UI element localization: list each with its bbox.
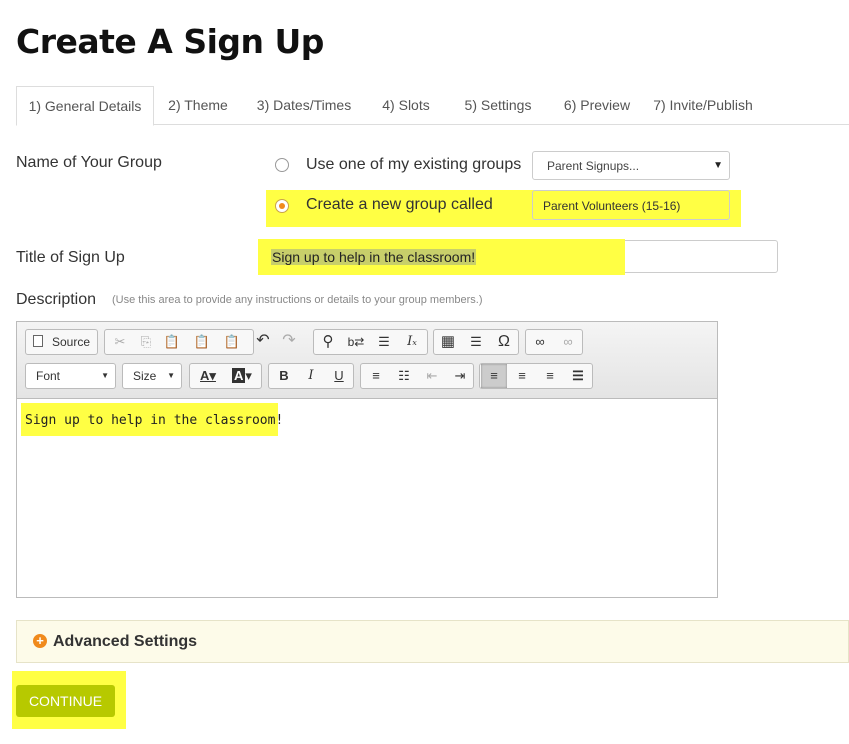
title-input-value: Sign up to help in the classroom! bbox=[271, 249, 477, 265]
numbered-list-icon[interactable]: ≡ bbox=[363, 364, 389, 388]
font-combo[interactable]: Font ▼ bbox=[25, 363, 116, 389]
bulleted-list-icon[interactable]: ☷ bbox=[391, 364, 417, 388]
link-group: ∞ ∞ bbox=[525, 329, 583, 355]
source-button[interactable]: Source bbox=[25, 329, 98, 355]
radio-existing-group[interactable] bbox=[275, 158, 289, 172]
new-group-name-input[interactable]: Parent Volunteers (15-16) bbox=[532, 190, 730, 220]
wizard-tabs: 1) General Details 2) Theme 3) Dates/Tim… bbox=[16, 86, 849, 126]
chevron-down-icon: ▼ bbox=[713, 160, 723, 171]
table-icon[interactable]: ▦ bbox=[435, 330, 461, 354]
tab-theme[interactable]: 2) Theme bbox=[162, 86, 234, 124]
tab-invite-publish[interactable]: 7) Invite/Publish bbox=[650, 86, 756, 124]
new-group-name-value: Parent Volunteers (15-16) bbox=[543, 199, 681, 213]
existing-group-label: Use one of my existing groups bbox=[306, 156, 522, 173]
text-color-icon[interactable]: A▾ bbox=[192, 364, 224, 388]
bg-color-icon[interactable]: A ▾ bbox=[226, 364, 258, 388]
editor-toolbar: Source ✂ ⎘ 📋 📋 📋 ↶ ↷ ⚲ b⇄ ☰ Iₓ ▦ ☰ Ω ∞ ∞ bbox=[17, 322, 717, 399]
select-all-icon[interactable]: ☰ bbox=[371, 330, 397, 354]
tab-dates-times[interactable]: 3) Dates/Times bbox=[252, 86, 356, 124]
size-combo-label: Size bbox=[133, 369, 157, 383]
tab-slots[interactable]: 4) Slots bbox=[376, 86, 436, 124]
special-char-icon[interactable]: Ω bbox=[491, 330, 517, 354]
italic-icon[interactable]: I bbox=[298, 364, 324, 388]
font-combo-label: Font bbox=[36, 369, 61, 383]
group-name-label: Name of Your Group bbox=[16, 154, 162, 171]
plus-circle-icon: + bbox=[33, 634, 47, 648]
description-label: Description bbox=[16, 291, 97, 308]
rich-text-editor: Source ✂ ⎘ 📋 📋 📋 ↶ ↷ ⚲ b⇄ ☰ Iₓ ▦ ☰ Ω ∞ ∞ bbox=[16, 321, 718, 598]
find-icon[interactable]: ⚲ bbox=[315, 330, 341, 354]
unlink-icon[interactable]: ∞ bbox=[555, 330, 581, 354]
list-group: ≡ ☷ ⇤ ⇥ bbox=[360, 363, 474, 389]
undo-group: ↶ ↷ bbox=[248, 329, 308, 355]
align-left-icon[interactable]: ≡ bbox=[481, 364, 507, 388]
align-right-icon[interactable]: ≡ bbox=[537, 364, 563, 388]
editing-group: ⚲ b⇄ ☰ Iₓ bbox=[313, 329, 428, 355]
outdent-icon[interactable]: ⇤ bbox=[419, 364, 445, 388]
existing-group-select-value: Parent Signups... bbox=[547, 159, 640, 173]
justify-icon[interactable]: ☰ bbox=[565, 364, 591, 388]
clipboard-group: ✂ ⎘ 📋 📋 📋 bbox=[104, 329, 254, 355]
align-center-icon[interactable]: ≡ bbox=[509, 364, 535, 388]
source-icon bbox=[33, 335, 43, 347]
new-group-label: Create a new group called bbox=[306, 196, 493, 213]
paste-text-icon[interactable]: 📋 bbox=[189, 330, 215, 354]
undo-icon[interactable]: ↶ bbox=[250, 329, 276, 353]
radio-new-group[interactable] bbox=[275, 199, 289, 213]
chevron-down-icon: ▼ bbox=[101, 371, 109, 380]
paste-word-icon[interactable]: 📋 bbox=[219, 330, 245, 354]
paste-icon[interactable]: 📋 bbox=[159, 330, 185, 354]
color-group: A▾ A ▾ bbox=[189, 363, 262, 389]
remove-format-icon[interactable]: Iₓ bbox=[399, 330, 425, 354]
tab-settings[interactable]: 5) Settings bbox=[454, 86, 542, 124]
horizontal-line-icon[interactable]: ☰ bbox=[463, 330, 489, 354]
replace-icon[interactable]: b⇄ bbox=[343, 330, 369, 354]
title-label: Title of Sign Up bbox=[16, 249, 125, 266]
insert-group: ▦ ☰ Ω bbox=[433, 329, 519, 355]
page-title: Create A Sign Up bbox=[16, 22, 324, 61]
advanced-settings-label: Advanced Settings bbox=[53, 633, 198, 650]
chevron-down-icon: ▼ bbox=[167, 371, 175, 380]
continue-button[interactable]: CONTINUE bbox=[16, 685, 115, 717]
existing-group-select[interactable]: Parent Signups... ▼ bbox=[532, 151, 730, 180]
advanced-settings-panel[interactable]: + Advanced Settings bbox=[16, 620, 849, 663]
source-label: Source bbox=[52, 335, 91, 349]
tab-general-details[interactable]: 1) General Details bbox=[16, 86, 154, 126]
redo-icon[interactable]: ↷ bbox=[276, 329, 302, 353]
bold-icon[interactable]: B bbox=[271, 364, 297, 388]
editor-content[interactable]: Sign up to help in the classroom! bbox=[25, 413, 283, 428]
align-group: ≡ ≡ ≡ ☰ bbox=[479, 363, 593, 389]
indent-icon[interactable]: ⇥ bbox=[447, 364, 473, 388]
size-combo[interactable]: Size ▼ bbox=[122, 363, 182, 389]
cut-icon[interactable]: ✂ bbox=[107, 330, 133, 354]
link-icon[interactable]: ∞ bbox=[527, 330, 553, 354]
description-hint: (Use this area to provide any instructio… bbox=[112, 294, 483, 306]
copy-icon[interactable]: ⎘ bbox=[133, 330, 159, 354]
basic-styles-group: B I U bbox=[268, 363, 354, 389]
underline-icon[interactable]: U bbox=[326, 364, 352, 388]
tab-preview[interactable]: 6) Preview bbox=[554, 86, 640, 124]
